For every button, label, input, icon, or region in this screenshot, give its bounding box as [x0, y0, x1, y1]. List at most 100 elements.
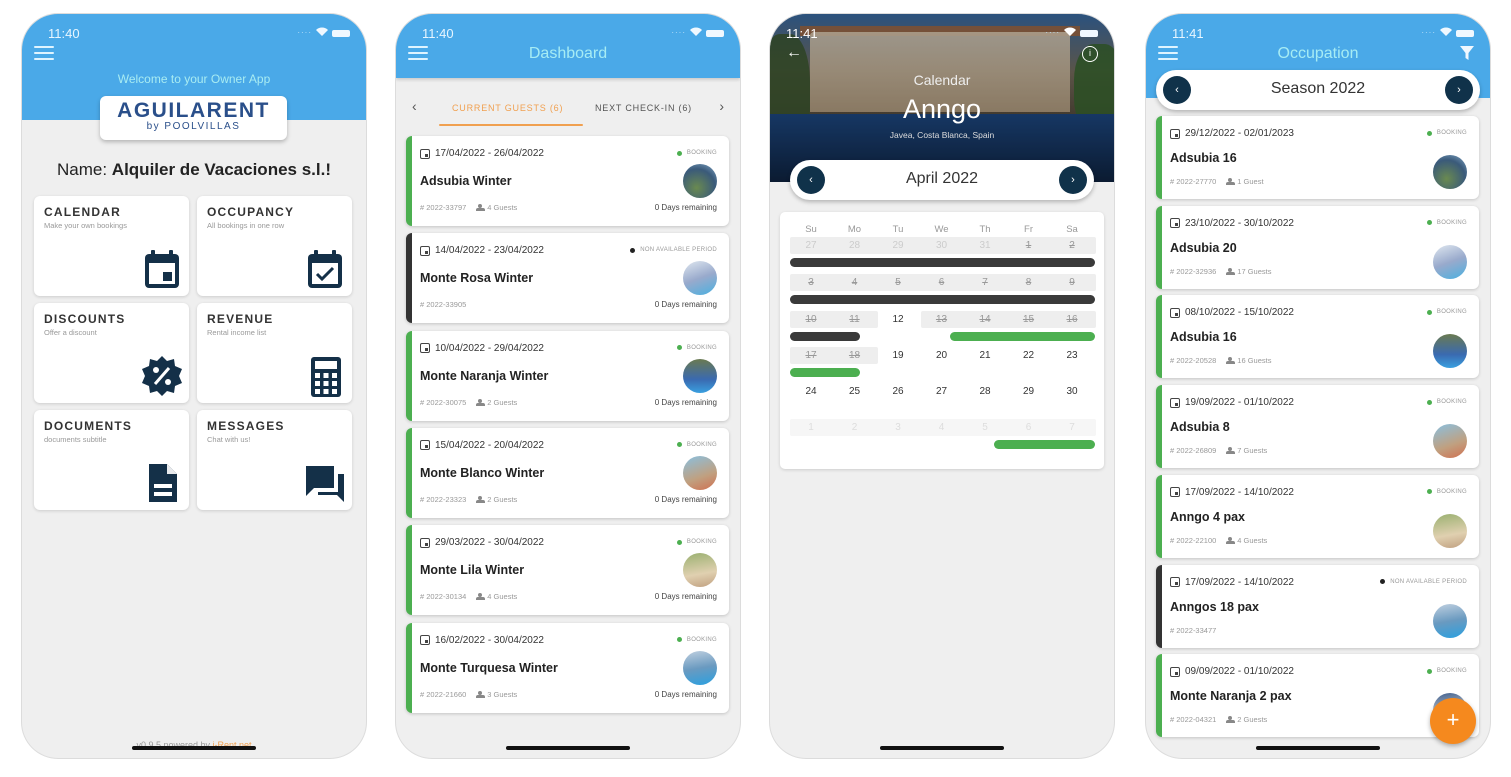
calendar-day[interactable]: 6 [927, 277, 957, 288]
tile-revenue[interactable]: REVENUE Rental income list [197, 303, 352, 403]
tile-messages[interactable]: MESSAGES Chat with us! [197, 410, 352, 510]
owner-name-value: Alquiler de Vacaciones s.l.! [111, 160, 331, 179]
tab-current-guests[interactable]: CURRENT GUESTS (6) [452, 103, 563, 113]
booking-card[interactable]: 10/04/2022 - 29/04/2022 BOOKING Monte Na… [406, 330, 729, 421]
calendar-day[interactable]: 1 [1014, 240, 1044, 251]
tab-prev-icon[interactable]: ‹ [412, 98, 417, 114]
calendar-day[interactable]: 20 [927, 350, 957, 361]
add-booking-button[interactable]: + [1430, 698, 1476, 744]
booking-reference: # 2022-30134 [420, 592, 467, 602]
calendar-icon [1170, 397, 1180, 408]
calendar-day[interactable]: 21 [970, 350, 1000, 361]
calendar-day[interactable]: 4 [927, 422, 957, 433]
calendar-day[interactable]: 10 [796, 314, 826, 325]
booking-card[interactable]: 15/04/2022 - 20/04/2022 BOOKING Monte Bl… [406, 427, 729, 518]
tile-occupancy[interactable]: OCCUPANCY All bookings in one row [197, 196, 352, 296]
info-icon[interactable]: i [1082, 46, 1098, 62]
calendar-day[interactable]: 2 [1057, 240, 1087, 251]
status-label: NON AVAILABLE PERIOD [1390, 578, 1467, 585]
menu-icon[interactable] [34, 46, 54, 60]
booking-card[interactable]: 29/12/2022 - 02/01/2023 BOOKING Adsubia … [1156, 116, 1479, 199]
calendar-day[interactable]: 28 [840, 240, 870, 251]
status-label: BOOKING [1436, 488, 1467, 495]
guest-count-label: 4 Guests [1237, 535, 1268, 545]
dashboard-screen: Dashboard 11:40 ···· ‹ CURRENT GUESTS (6… [396, 14, 740, 758]
discount-badge-icon [142, 356, 182, 396]
booking-card[interactable]: 19/09/2022 - 01/10/2022 BOOKING Adsubia … [1156, 385, 1479, 469]
tile-discounts[interactable]: DISCOUNTS Offer a discount [34, 303, 189, 403]
calendar-day[interactable]: 19 [883, 350, 913, 361]
calendar-day[interactable]: 27 [796, 240, 826, 251]
booking-status: BOOKING [1426, 220, 1467, 226]
calendar-day[interactable]: 4 [840, 277, 870, 288]
booking-card[interactable]: 17/04/2022 - 26/04/2022 BOOKING Adsubia … [406, 136, 729, 226]
calendar-day[interactable]: 29 [883, 240, 913, 251]
calendar-day[interactable]: 30 [1057, 386, 1087, 397]
calendar-day[interactable]: 22 [1014, 350, 1044, 361]
calendar-day[interactable]: 3 [796, 277, 826, 288]
next-month-button[interactable]: › [1059, 166, 1087, 194]
calendar-day[interactable]: 9 [1057, 277, 1087, 288]
calendar-day[interactable]: 30 [927, 240, 957, 251]
calendar-day[interactable]: 24 [796, 386, 826, 397]
next-season-button[interactable]: › [1445, 76, 1473, 104]
calendar-day[interactable]: 14 [970, 314, 1000, 325]
booking-card[interactable]: 08/10/2022 - 15/10/2022 BOOKING Adsubia … [1156, 295, 1479, 379]
calendar-day[interactable]: 17 [796, 350, 826, 361]
calendar-day[interactable]: 13 [927, 314, 957, 325]
signal-icon: ···· [297, 28, 312, 37]
non-available-bar[interactable] [790, 258, 1095, 267]
calendar-day[interactable]: 15 [1014, 314, 1044, 325]
menu-icon[interactable] [408, 46, 428, 60]
calendar-day[interactable]: 31 [970, 240, 1000, 251]
calendar-day[interactable]: 6 [1014, 422, 1044, 433]
guests-icon [1226, 536, 1236, 544]
tab-next-icon[interactable]: › [719, 98, 724, 114]
status-dot-icon [1426, 309, 1432, 315]
calendar-day[interactable]: 12 [883, 314, 913, 325]
booking-meta: # 2022-32936 17 Guests [1170, 267, 1271, 276]
calendar-day[interactable]: 18 [840, 350, 870, 361]
calendar-day[interactable]: 5 [970, 422, 1000, 433]
calendar-day[interactable]: 28 [970, 386, 1000, 397]
calendar-day[interactable]: 27 [927, 386, 957, 397]
non-available-bar[interactable] [790, 295, 1095, 304]
calendar-day[interactable]: 1 [796, 422, 826, 433]
booking-reference: # 2022-23323 [420, 494, 467, 504]
calendar-day[interactable]: 8 [1014, 277, 1044, 288]
calendar-day[interactable]: 25 [840, 386, 870, 397]
booking-card[interactable]: 17/09/2022 - 14/10/2022 NON AVAILABLE PE… [1156, 564, 1479, 648]
guest-count-label: 3 Guests [487, 689, 518, 699]
tile-calendar[interactable]: CALENDAR Make your own bookings [34, 196, 189, 296]
calendar-day[interactable]: 26 [883, 386, 913, 397]
tile-subtitle: documents subtitle [44, 435, 107, 444]
non-available-bar[interactable] [790, 332, 860, 341]
booking-bar[interactable] [790, 368, 860, 377]
calendar-day[interactable]: 5 [883, 277, 913, 288]
guest-count-label: 2 Guests [1237, 715, 1268, 725]
booking-card[interactable]: 16/02/2022 - 30/04/2022 BOOKING Monte Tu… [406, 622, 729, 713]
booking-bar[interactable] [993, 440, 1095, 449]
tab-next-checkin[interactable]: NEXT CHECK-IN (6) [595, 103, 692, 113]
calendar-day[interactable]: 7 [1057, 422, 1087, 433]
booking-bar[interactable] [950, 332, 1095, 341]
back-arrow-icon[interactable]: ← [786, 44, 802, 62]
menu-icon[interactable] [1158, 46, 1178, 60]
calendar-day[interactable]: 23 [1057, 350, 1087, 361]
filter-icon[interactable] [1460, 46, 1474, 60]
calendar-icon [1170, 307, 1180, 318]
booking-card[interactable]: 23/10/2022 - 30/10/2022 BOOKING Adsubia … [1156, 205, 1479, 289]
tile-documents[interactable]: DOCUMENTS documents subtitle [34, 410, 189, 510]
booking-card[interactable]: 14/04/2022 - 23/04/2022 NON AVAILABLE PE… [406, 233, 729, 324]
days-remaining: 0 Days remaining [654, 397, 717, 407]
guest-count: 4 Guests [476, 592, 517, 601]
calendar-day[interactable]: 2 [840, 422, 870, 433]
calendar-day[interactable]: 7 [970, 277, 1000, 288]
calendar-day[interactable]: 11 [840, 314, 870, 325]
calendar-day[interactable]: 16 [1057, 314, 1087, 325]
booking-card[interactable]: 17/09/2022 - 14/10/2022 BOOKING Anngo 4 … [1156, 474, 1479, 558]
calendar-day[interactable]: 29 [1014, 386, 1044, 397]
booking-card[interactable]: 29/03/2022 - 30/04/2022 BOOKING Monte Li… [406, 525, 729, 616]
calendar-day[interactable]: 3 [883, 422, 913, 433]
property-thumbnail [1433, 155, 1467, 189]
